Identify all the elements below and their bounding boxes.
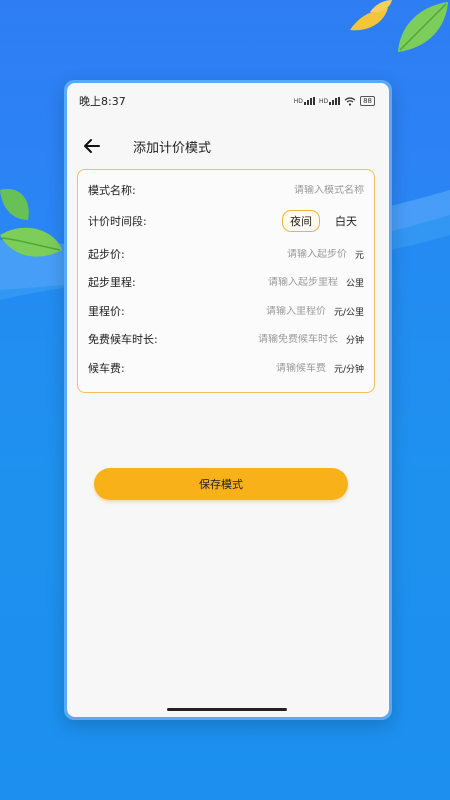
wait-fee-unit: 元/分钟	[333, 364, 364, 375]
battery-icon: 88	[360, 96, 375, 106]
free-wait-unit: 分钟	[345, 335, 364, 346]
app-screen: 晚上8:37 HD HD 88 添加计价模式 模式名称: 请输入模式名称 计价时…	[67, 83, 389, 717]
free-wait-row: 免费候车时长: 分钟	[78, 325, 374, 353]
start-price-unit: 元	[354, 250, 364, 261]
status-bar: 晚上8:37 HD HD 88	[67, 83, 389, 119]
status-icons: HD HD 88	[294, 96, 375, 106]
mileage-price-unit: 元/公里	[333, 307, 364, 318]
free-wait-label: 免费候车时长:	[88, 333, 158, 346]
start-mileage-row: 起步里程: 公里	[78, 268, 374, 296]
signal-icon-1: HD	[294, 97, 315, 105]
mode-name-row: 模式名称:	[78, 176, 374, 204]
signal-icon-2: HD	[319, 97, 341, 105]
leaf-decoration-top-right	[350, 0, 448, 52]
start-mileage-label: 起步里程:	[88, 276, 136, 289]
night-option[interactable]: 夜间	[282, 210, 320, 232]
phone-frame: 晚上8:37 HD HD 88 添加计价模式 模式名称: 请输入模式名称 计价时…	[64, 80, 392, 720]
wifi-icon	[344, 96, 356, 106]
time-period-label: 计价时间段:	[88, 215, 147, 228]
pricing-form-card: 模式名称: 计价时间段: 夜间 白天 起步价: 元 起步里程: 公里	[77, 169, 375, 393]
time-period-toggle: 夜间 白天	[282, 210, 364, 232]
start-mileage-input[interactable]	[135, 276, 338, 288]
home-indicator	[167, 708, 287, 711]
mode-name-input[interactable]	[135, 184, 364, 196]
leaf-decoration-left	[0, 189, 62, 257]
start-mileage-unit: 公里	[345, 278, 364, 289]
mileage-price-row: 里程价: 元/公里	[78, 297, 374, 325]
page-header: 添加计价模式	[67, 129, 389, 163]
page-title: 添加计价模式	[133, 140, 212, 156]
wait-fee-label: 候车费:	[88, 362, 125, 375]
start-price-label: 起步价:	[88, 248, 125, 261]
mode-name-label: 模式名称:	[88, 184, 136, 197]
start-price-input[interactable]	[124, 248, 347, 260]
mileage-price-label: 里程价:	[88, 305, 125, 318]
mileage-price-input[interactable]	[124, 305, 326, 317]
save-mode-button[interactable]: 保存模式	[94, 468, 348, 500]
back-arrow-icon[interactable]	[81, 135, 103, 157]
start-price-row: 起步价: 元	[78, 240, 374, 268]
wait-fee-input[interactable]	[124, 362, 326, 374]
time-period-row: 计价时间段: 夜间 白天	[78, 207, 374, 235]
day-option[interactable]: 白天	[328, 211, 364, 231]
wait-fee-row: 候车费: 元/分钟	[78, 354, 374, 382]
free-wait-input[interactable]	[157, 333, 338, 345]
status-time: 晚上8:37	[79, 95, 126, 108]
